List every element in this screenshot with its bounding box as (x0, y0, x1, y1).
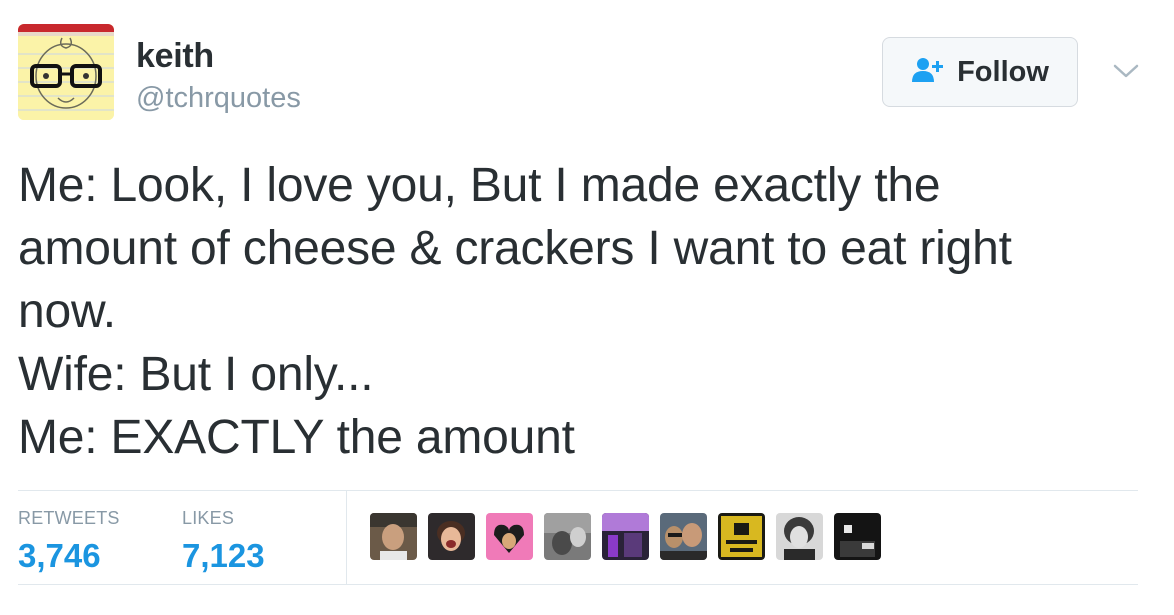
follow-button[interactable]: Follow (882, 37, 1078, 107)
tweet-line: now. (18, 285, 116, 338)
stats-divider-top (18, 490, 1138, 491)
retweets-label: RETWEETS (18, 508, 120, 528)
liker-avatar-8[interactable] (776, 513, 823, 560)
likes-stat[interactable]: LIKES 7,123 (182, 508, 265, 576)
chevron-down-icon[interactable] (1112, 60, 1140, 82)
tweet-text: Me: Look, I love you, But I made exactly… (18, 154, 1148, 469)
liker-avatar-4[interactable] (544, 513, 591, 560)
stats-divider-bottom (18, 584, 1138, 585)
likes-label: LIKES (182, 508, 235, 528)
tweet-line: Wife: But I only... (18, 348, 374, 401)
follow-person-plus-icon (911, 57, 945, 88)
liker-avatar-2[interactable] (428, 513, 475, 560)
tweet-line: Me: Look, I love you, But I made exactly… (18, 159, 941, 212)
user-handle[interactable]: @tchrquotes (136, 80, 301, 116)
liker-avatar-3[interactable] (486, 513, 533, 560)
tweet-line: Me: EXACTLY the amount (18, 411, 575, 464)
retweets-count: 3,746 (18, 537, 101, 574)
stats-divider-vertical (346, 491, 347, 584)
liker-avatar-6[interactable] (660, 513, 707, 560)
liker-avatars (370, 513, 881, 560)
display-name[interactable]: keith (136, 36, 214, 76)
tweet-line: amount of cheese & crackers I want to ea… (18, 222, 1012, 275)
liker-avatar-5[interactable] (602, 513, 649, 560)
profile-avatar[interactable] (18, 24, 114, 120)
retweets-stat[interactable]: RETWEETS 3,746 (18, 508, 120, 576)
liker-avatar-9[interactable] (834, 513, 881, 560)
likes-count: 7,123 (182, 537, 265, 574)
follow-button-label: Follow (957, 55, 1049, 88)
liker-avatar-1[interactable] (370, 513, 417, 560)
liker-avatar-7[interactable] (718, 513, 765, 560)
